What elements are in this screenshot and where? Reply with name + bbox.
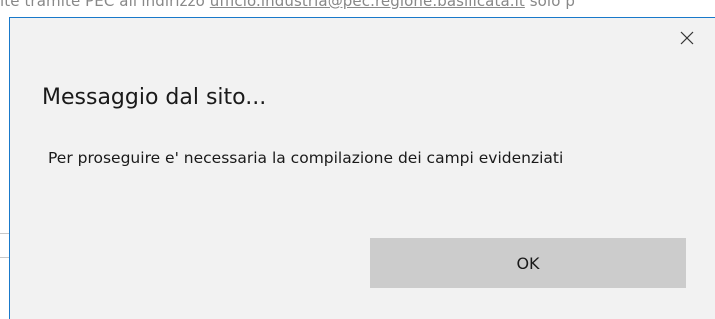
close-icon[interactable] [680,31,694,45]
alert-dialog: Messaggio dal sito... Per proseguire e' … [9,17,715,319]
dialog-title: Messaggio dal sito... [42,85,267,110]
background-form-edge [0,200,9,260]
background-divider [0,233,9,234]
ok-button[interactable]: OK [370,238,686,288]
dialog-message: Per proseguire e' necessaria la compilaz… [48,149,564,167]
background-text-suffix: solo p [524,0,575,10]
close-button[interactable] [673,24,701,52]
background-page-text: ite tramite PEC all'indirizzo ufficio.in… [0,0,575,10]
background-email-link[interactable]: ufficio.industria@pec.regione.basilicata… [210,0,525,10]
background-divider [0,257,9,258]
browser-page: ite tramite PEC all'indirizzo ufficio.in… [0,0,715,319]
background-text-prefix: ite tramite PEC all'indirizzo [0,0,210,10]
